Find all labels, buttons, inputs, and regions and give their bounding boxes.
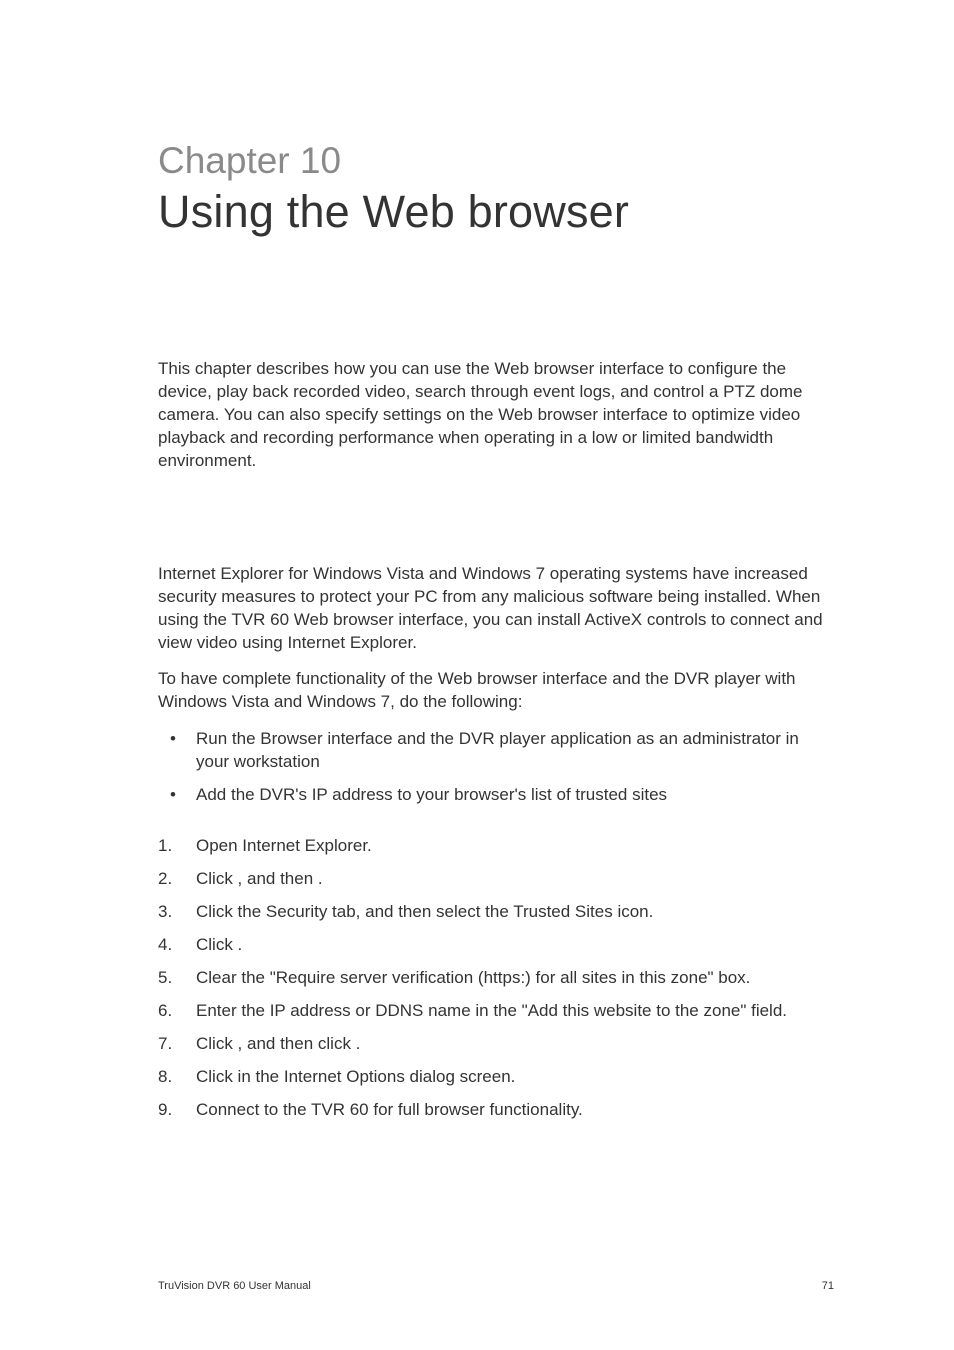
footer-left: TruVision DVR 60 User Manual [158,1280,311,1292]
bullet-list: Run the Browser interface and the DVR pl… [158,728,834,807]
list-item: Click the Security tab, and then select … [158,901,834,924]
page-footer: TruVision DVR 60 User Manual 71 [158,1280,834,1292]
list-item: Click , and then click . [158,1033,834,1056]
chapter-number: Chapter 10 [158,140,834,182]
body-paragraph-2: To have complete functionality of the We… [158,668,834,714]
chapter-title: Using the Web browser [158,186,834,238]
intro-paragraph: This chapter describes how you can use t… [158,358,834,473]
ordered-steps: Open Internet Explorer. Click , and then… [158,835,834,1121]
list-item: Open Internet Explorer. [158,835,834,858]
list-item: Click . [158,934,834,957]
list-item: Click in the Internet Options dialog scr… [158,1066,834,1089]
list-item: Connect to the TVR 60 for full browser f… [158,1099,834,1122]
body-paragraph-1: Internet Explorer for Windows Vista and … [158,563,834,655]
list-item: Clear the "Require server verification (… [158,967,834,990]
page-content: Chapter 10 Using the Web browser This ch… [0,0,954,1122]
list-item: Click , and then . [158,868,834,891]
footer-page-number: 71 [822,1280,834,1292]
list-item: Add the DVR's IP address to your browser… [158,784,834,807]
list-item: Run the Browser interface and the DVR pl… [158,728,834,774]
list-item: Enter the IP address or DDNS name in the… [158,1000,834,1023]
